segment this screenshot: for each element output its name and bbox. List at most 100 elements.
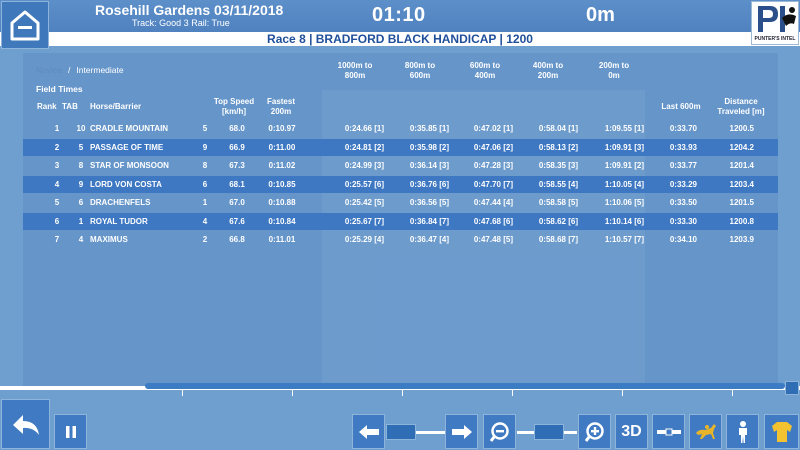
cell-rank: 2	[54, 142, 60, 152]
cell-top-speed: 67.6	[229, 216, 245, 226]
cell-last600: 0:33.77	[669, 161, 697, 170]
table-row[interactable]: 5 6 DRACHENFELS 1 67.0 0:10.88 0:25.42 [5] 0:36…	[23, 194, 778, 211]
replay-button[interactable]	[1, 399, 50, 449]
cell-s2: 0:36.14 [3]	[409, 161, 449, 170]
timeline-tick	[402, 390, 403, 396]
race-title: Race 8 | BRADFORD BLACK HANDICAP | 1200	[267, 32, 533, 46]
cell-tab: 8	[78, 161, 84, 170]
cell-s4: 0:58.55 [4]	[538, 179, 578, 189]
cell-fastest: 0:10.85	[268, 179, 296, 189]
jockey-logo-icon	[758, 6, 796, 32]
cell-s3: 0:47.02 [1]	[473, 124, 513, 133]
cell-distance: 1201.5	[729, 198, 754, 207]
col-header-sector-3-line2: 400m	[474, 71, 496, 80]
cell-s2: 0:36.76 [6]	[409, 179, 449, 189]
cell-barrier: 9	[202, 142, 208, 152]
cell-tab: 4	[78, 235, 84, 244]
cell-top-speed: 66.9	[229, 142, 245, 152]
cell-s4: 0:58.58 [5]	[538, 198, 578, 207]
cell-horse: ROYAL TUDOR	[90, 216, 148, 226]
cell-top-speed: 67.0	[229, 198, 245, 207]
col-header-sector-4-line1: 400m to	[532, 61, 564, 70]
tab-separator: /	[67, 65, 71, 75]
pause-button[interactable]	[54, 414, 87, 449]
table-row[interactable]: 7 4 MAXIMUS 2 66.8 0:11.01 0:25.29 [4] 0:36.47 …	[23, 231, 778, 248]
col-header-last-600: Last 600m	[661, 102, 701, 111]
cell-horse: CRADLE MOUNTAIN	[90, 124, 169, 133]
cell-fastest: 0:10.88	[268, 198, 296, 207]
zoom-out-icon	[489, 421, 509, 442]
cell-barrier: 4	[202, 216, 208, 226]
cell-barrier: 6	[202, 179, 208, 189]
col-header-sector-5: 200m to 0m	[584, 61, 644, 81]
rail-view-button[interactable]	[652, 414, 685, 449]
table-row[interactable]: 4 9 LORD VON COSTA 6 68.1 0:10.85 0:25.57 [6] 0…	[23, 175, 778, 193]
step-back-button[interactable]	[352, 414, 385, 449]
cell-tab: 6	[78, 198, 84, 207]
race-title-bar: Race 8 | BRADFORD BLACK HANDICAP | 1200	[0, 32, 800, 46]
tab-intermediate[interactable]: Intermediate	[76, 65, 123, 75]
cell-tab: 9	[78, 179, 84, 189]
arrow-left-icon	[358, 424, 379, 439]
cell-fastest: 0:11.01	[268, 235, 296, 244]
cell-distance: 1200.5	[729, 124, 754, 133]
tab-novice[interactable]: Novice	[36, 65, 62, 75]
col-header-sector-1-line1: 1000m to	[337, 61, 373, 70]
speed-slider-handle[interactable]	[386, 424, 416, 440]
cell-s2: 0:36.47 [4]	[409, 235, 449, 244]
cell-last600: 0:33.93	[669, 142, 697, 152]
track-info: Track: Good 3 Rail: True	[132, 18, 230, 28]
jockey-view-button[interactable]	[726, 414, 759, 449]
col-header-fastest: Fastest 200m	[258, 97, 304, 117]
table-row[interactable]: 3 8 STAR OF MONSOON 8 67.3 0:11.02 0:24.99 [3]…	[23, 157, 778, 174]
cell-s1: 0:25.29 [4]	[344, 235, 384, 244]
zoom-slider-handle[interactable]	[534, 424, 564, 440]
col-header-distance-line1: Distance	[724, 97, 758, 106]
cell-s1: 0:25.42 [5]	[344, 198, 384, 207]
cell-tab: 10	[76, 124, 86, 133]
cell-rank: 1	[54, 124, 60, 133]
undo-arrow-icon	[12, 415, 39, 435]
col-header-sector-2-line1: 800m to	[404, 61, 436, 70]
home-button[interactable]	[1, 1, 49, 49]
3d-view-button[interactable]: 3D	[615, 414, 648, 449]
silks-view-button[interactable]	[764, 414, 799, 449]
cell-s1: 0:24.66 [1]	[344, 124, 384, 133]
cell-s1: 0:24.99 [3]	[344, 161, 384, 170]
col-header-sector-1-line2: 800m	[344, 71, 366, 80]
cell-s5: 1:10.14 [6]	[604, 216, 644, 226]
cell-rank: 3	[54, 161, 60, 170]
cell-s2: 0:35.98 [2]	[409, 142, 449, 152]
cell-fastest: 0:11.00	[268, 142, 296, 152]
col-header-top-speed-line1: Top Speed	[213, 97, 255, 106]
col-header-rank: Rank	[37, 102, 57, 111]
cell-distance: 1201.4	[729, 161, 754, 170]
table-row[interactable]: 6 1 ROYAL TUDOR 4 67.6 0:10.84 0:25.67 [7] 0:36…	[23, 212, 778, 230]
cell-s4: 0:58.68 [7]	[538, 235, 578, 244]
cell-last600: 0:34.10	[669, 235, 697, 244]
cell-distance: 1200.8	[729, 216, 754, 226]
cell-top-speed: 66.8	[229, 235, 245, 244]
timeline-progress[interactable]	[145, 383, 785, 389]
horse-view-button[interactable]	[689, 414, 722, 449]
zoom-in-icon	[584, 421, 604, 442]
zoom-in-button[interactable]	[578, 414, 611, 449]
cell-horse: MAXIMUS	[90, 235, 128, 244]
cell-last600: 0:33.70	[669, 124, 697, 133]
step-forward-button[interactable]	[445, 414, 478, 449]
pause-icon	[65, 425, 76, 438]
table-row[interactable]: 1 10 CRADLE MOUNTAIN 5 68.0 0:10.97 0:24.66 [1…	[23, 120, 778, 137]
timeline-tick	[622, 390, 623, 396]
cell-s5: 1:10.05 [4]	[604, 179, 644, 189]
cell-rank: 7	[54, 235, 60, 244]
timeline-tick	[512, 390, 513, 396]
arrow-right-icon	[451, 424, 472, 439]
cell-s3: 0:47.06 [2]	[473, 142, 513, 152]
cell-s5: 1:10.57 [7]	[604, 235, 644, 244]
zoom-out-button[interactable]	[483, 414, 516, 449]
timeline-handle[interactable]	[785, 381, 799, 395]
table-row[interactable]: 2 5 PASSAGE OF TIME 9 66.9 0:11.00 0:24.81 [2]…	[23, 138, 778, 156]
cell-s3: 0:47.44 [4]	[473, 198, 513, 207]
cell-rank: 4	[54, 179, 60, 189]
cell-s5: 1:09.55 [1]	[604, 124, 644, 133]
